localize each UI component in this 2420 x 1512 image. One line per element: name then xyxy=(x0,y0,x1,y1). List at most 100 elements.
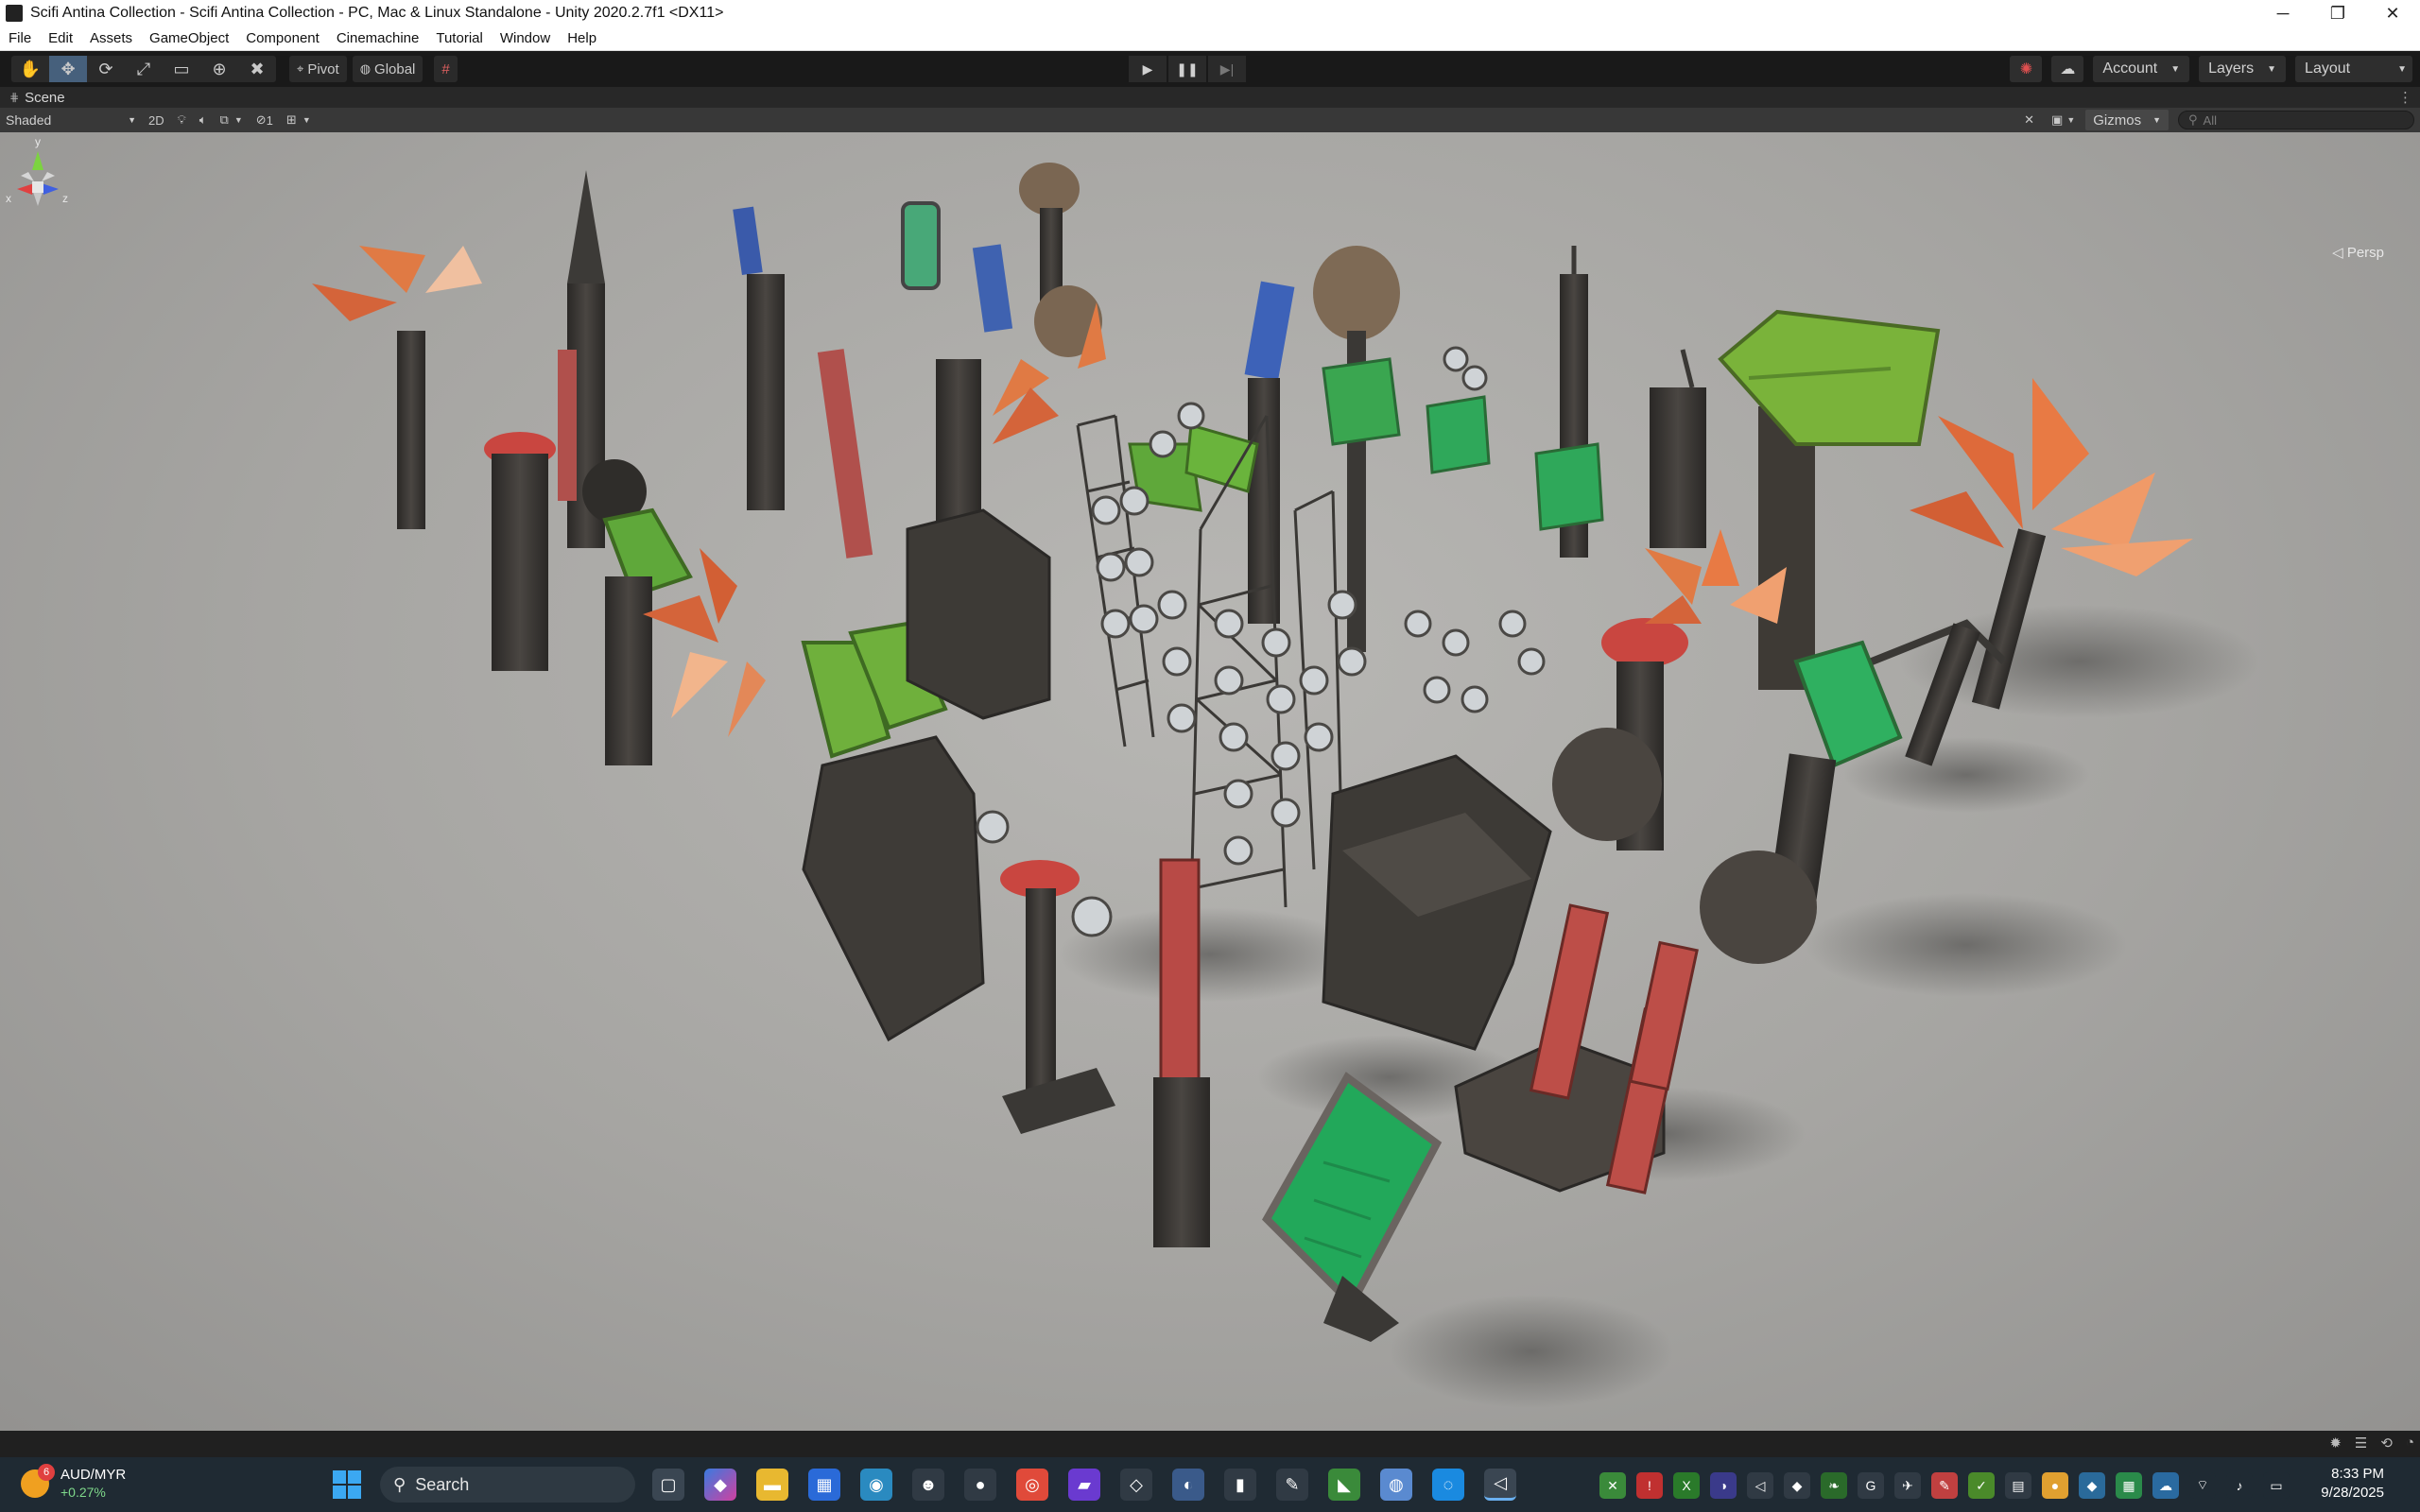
pause-button[interactable]: ❚❚ xyxy=(1168,56,1206,82)
menu-help[interactable]: Help xyxy=(559,30,605,46)
layers-status-icon[interactable]: ☰ xyxy=(2355,1435,2367,1452)
discord-icon[interactable]: ◑ xyxy=(1710,1472,1737,1499)
collab-icon[interactable]: ✺ xyxy=(2010,56,2043,82)
chevron-down-icon: ▼ xyxy=(2170,63,2181,75)
editor-status-bar: ✹ ☰ ⟲ ◔ xyxy=(0,1431,2420,1457)
menu-file[interactable]: File xyxy=(0,30,40,46)
steam-icon[interactable]: ◐ xyxy=(1172,1469,1204,1501)
gizmos-label: Gizmos xyxy=(2093,112,2142,129)
move-tool-icon[interactable]: ✥ xyxy=(49,56,87,82)
rotate-tool-icon[interactable]: ⟳ xyxy=(87,56,125,82)
wifi-icon[interactable]: ⌔ xyxy=(2189,1472,2216,1499)
pivot-toggle[interactable]: ⌖ Pivot xyxy=(289,56,347,82)
bug-icon[interactable]: ✹ xyxy=(2329,1435,2342,1452)
menu-edit[interactable]: Edit xyxy=(40,30,81,46)
globe-app-icon[interactable]: ◉ xyxy=(860,1469,892,1501)
media-app-icon[interactable]: ▰ xyxy=(1068,1469,1100,1501)
menu-window[interactable]: Window xyxy=(492,30,559,46)
custom-tool-icon[interactable]: ✖ xyxy=(238,56,276,82)
hierarchy-search-input[interactable]: ⚲ All xyxy=(2178,111,2414,129)
layout-dropdown[interactable]: Layout ▼ xyxy=(2295,56,2412,82)
unity-editor-icon[interactable]: ◁ xyxy=(1484,1469,1516,1501)
blue-app-icon[interactable]: ◆ xyxy=(2079,1472,2105,1499)
toggle-2d-button[interactable]: 2D xyxy=(142,110,171,130)
copilot-icon[interactable]: ◆ xyxy=(704,1469,736,1501)
tab-scene[interactable]: ⋕ Scene xyxy=(0,90,65,106)
xbox-icon[interactable]: ✕ xyxy=(1599,1472,1626,1499)
scene-viewport[interactable]: y x z ◁ Persp xyxy=(0,132,2420,1431)
menu-assets[interactable]: Assets xyxy=(81,30,141,46)
coin-icon[interactable]: ● xyxy=(2042,1472,2068,1499)
minimize-button[interactable]: ─ xyxy=(2256,0,2310,26)
restore-button[interactable]: ❐ xyxy=(2310,0,2365,26)
window-controls: ─ ❐ ✕ xyxy=(2256,0,2420,26)
lighting-icon[interactable]: 💡︎ xyxy=(171,110,193,130)
volume-icon[interactable]: ♪ xyxy=(2226,1472,2253,1499)
cloud-sync-icon[interactable]: ☁ xyxy=(2152,1472,2179,1499)
windows-start-icon[interactable] xyxy=(333,1470,361,1499)
audio-icon[interactable]: 🔈︎ xyxy=(193,110,214,130)
alien-app-icon[interactable]: ☻ xyxy=(912,1469,944,1501)
dark-app-icon[interactable]: ● xyxy=(964,1469,996,1501)
eye-slash-icon: ⊘ xyxy=(255,112,267,127)
task-view-icon[interactable]: ▢ xyxy=(652,1469,684,1501)
battery-icon[interactable]: ▭ xyxy=(2263,1472,2290,1499)
global-toggle[interactable]: ◍ Global xyxy=(352,56,424,82)
more-options-icon[interactable]: ⋮ xyxy=(2398,89,2412,106)
step-button[interactable]: ▶| xyxy=(1208,56,1246,82)
menu-tutorial[interactable]: Tutorial xyxy=(427,30,491,46)
orientation-gizmo[interactable]: y x z xyxy=(0,132,76,246)
chevron-down-icon: ▼ xyxy=(128,115,136,125)
network-app-icon[interactable]: ◍ xyxy=(1380,1469,1412,1501)
account-dropdown[interactable]: Account ▼ xyxy=(2093,56,2190,82)
stock-widget[interactable]: 6 AUD/MYR +0.27% xyxy=(21,1464,126,1501)
menu-gameobject[interactable]: GameObject xyxy=(141,30,237,46)
tool-icon[interactable]: ✎ xyxy=(1931,1472,1958,1499)
notes-app-icon[interactable]: ✎ xyxy=(1276,1469,1308,1501)
status-icons: ✹ ☰ ⟲ ◔ xyxy=(2329,1435,2414,1452)
rect-tool-icon[interactable]: ▭ xyxy=(163,56,200,82)
transform-tool-icon[interactable]: ⊕ xyxy=(200,56,238,82)
vs-icon[interactable]: ◁ xyxy=(1747,1472,1773,1499)
effects-icon[interactable]: ⧉ ▼ xyxy=(214,110,250,130)
tools-icon[interactable]: ✕ xyxy=(2017,110,2041,130)
account-label: Account xyxy=(2102,60,2158,77)
cloud-icon[interactable]: ☁ xyxy=(2051,56,2084,82)
unity-hub-icon[interactable]: ◇ xyxy=(1120,1469,1152,1501)
scale-tool-icon[interactable]: ⤢ xyxy=(125,56,163,82)
edge-icon[interactable]: ◌ xyxy=(1432,1469,1464,1501)
shading-mode-dropdown[interactable]: Shaded ▼ xyxy=(2,110,142,130)
green-app-icon[interactable]: ▦ xyxy=(2116,1472,2142,1499)
cube-icon[interactable]: ◆ xyxy=(1784,1472,1810,1499)
progress-icon[interactable]: ◔ xyxy=(2406,1435,2414,1452)
device-app-icon[interactable]: ▮ xyxy=(1224,1469,1256,1501)
cache-icon[interactable]: ⟲ xyxy=(2380,1435,2393,1452)
chrome-icon[interactable]: ◎ xyxy=(1016,1469,1048,1501)
hidden-objects-toggle[interactable]: ⊘ 1 xyxy=(250,110,280,130)
menu-cinemachine[interactable]: Cinemachine xyxy=(328,30,428,46)
play-button[interactable]: ▶ xyxy=(1129,56,1167,82)
pin-icon[interactable]: ✓ xyxy=(1968,1472,1995,1499)
bird-icon[interactable]: ✈ xyxy=(1894,1472,1921,1499)
system-clock[interactable]: 8:33 PM 9/28/2025 xyxy=(2321,1465,2384,1503)
store-icon[interactable]: ▦ xyxy=(808,1469,840,1501)
nvidia-icon[interactable]: ◣ xyxy=(1328,1469,1360,1501)
file-explorer-icon[interactable]: ▬ xyxy=(756,1469,788,1501)
security-icon[interactable]: ! xyxy=(1636,1472,1663,1499)
excel-icon[interactable]: X xyxy=(1673,1472,1700,1499)
gizmos-dropdown[interactable]: Gizmos ▼ xyxy=(2085,110,2169,130)
grid-snap-button[interactable]: # xyxy=(434,56,458,82)
grid-icon[interactable]: ⊞ ▼ xyxy=(280,110,318,130)
title-bar: Scifi Antina Collection - Scifi Antina C… xyxy=(0,0,2420,26)
taskbar-search[interactable]: ⚲ Search xyxy=(380,1467,635,1503)
projection-toggle[interactable]: ◁ Persp xyxy=(2332,244,2384,261)
close-button[interactable]: ✕ xyxy=(2365,0,2420,26)
g-icon[interactable]: G xyxy=(1858,1472,1884,1499)
taskbar-search-label: Search xyxy=(415,1474,470,1494)
badge-icon[interactable]: ▤ xyxy=(2005,1472,2031,1499)
camera-icon[interactable]: ▣ ▼ xyxy=(2045,110,2082,130)
layers-dropdown[interactable]: Layers ▼ xyxy=(2199,56,2287,82)
leaf-icon[interactable]: ❧ xyxy=(1821,1472,1847,1499)
hand-tool-icon[interactable]: ✋ xyxy=(11,56,49,82)
menu-component[interactable]: Component xyxy=(237,30,328,46)
